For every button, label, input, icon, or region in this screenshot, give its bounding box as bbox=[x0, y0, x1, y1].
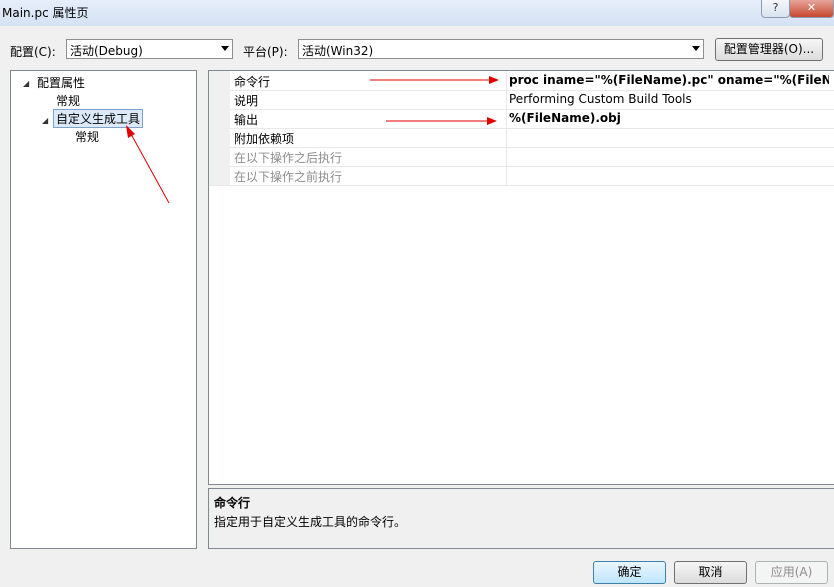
annotation-arrows bbox=[126, 76, 499, 204]
annotation-arrow-tree bbox=[130, 133, 170, 204]
